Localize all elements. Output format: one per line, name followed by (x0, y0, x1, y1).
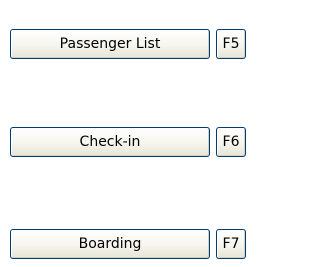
check-in-button[interactable]: Check-in (10, 127, 210, 157)
passenger-list-button[interactable]: Passenger List (10, 29, 210, 59)
boarding-shortcut-key: F7 (216, 229, 246, 259)
passenger-list-shortcut-key: F5 (216, 29, 246, 59)
passenger-list-row: Passenger List F5 (10, 29, 255, 59)
check-in-row: Check-in F6 (10, 127, 255, 157)
check-in-shortcut-key: F6 (216, 127, 246, 157)
button-panel: Passenger List F5 Check-in F6 Boarding F… (0, 0, 265, 267)
boarding-row: Boarding F7 (10, 229, 255, 259)
boarding-button[interactable]: Boarding (10, 229, 210, 259)
